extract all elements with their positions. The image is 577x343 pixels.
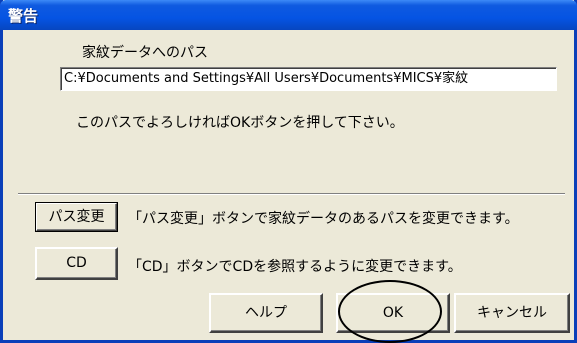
warning-dialog: 警告 家紋データへのパス C:¥Documents and Settings¥A… <box>0 0 577 343</box>
cancel-button-label: キャンセル <box>477 305 547 321</box>
path-instruction: このパスでよろしければOKボタンを押して下さい。 <box>76 115 404 131</box>
title-bar[interactable]: 警告 <box>0 0 577 30</box>
change-path-button-label: パス変更 <box>48 209 105 225</box>
separator <box>18 193 565 195</box>
help-button-label: ヘルプ <box>245 305 287 321</box>
dialog-title: 警告 <box>8 7 39 25</box>
help-button[interactable]: ヘルプ <box>209 293 323 333</box>
change-path-button[interactable]: パス変更 <box>35 202 118 232</box>
change-path-description: 「パス変更」ボタンで家紋データのあるパスを変更できます。 <box>128 211 519 227</box>
cd-button-label: CD <box>66 255 87 271</box>
path-caption: 家紋データへのパス <box>82 45 208 61</box>
path-field[interactable]: C:¥Documents and Settings¥All Users¥Docu… <box>60 67 557 91</box>
cd-description: 「CD」ボタンでCDを参照するように変更できます。 <box>128 259 462 275</box>
ok-button-label: OK <box>382 305 404 321</box>
cd-button[interactable]: CD <box>35 247 118 280</box>
cancel-button[interactable]: キャンセル <box>454 293 570 333</box>
ok-button[interactable]: OK <box>336 293 450 333</box>
